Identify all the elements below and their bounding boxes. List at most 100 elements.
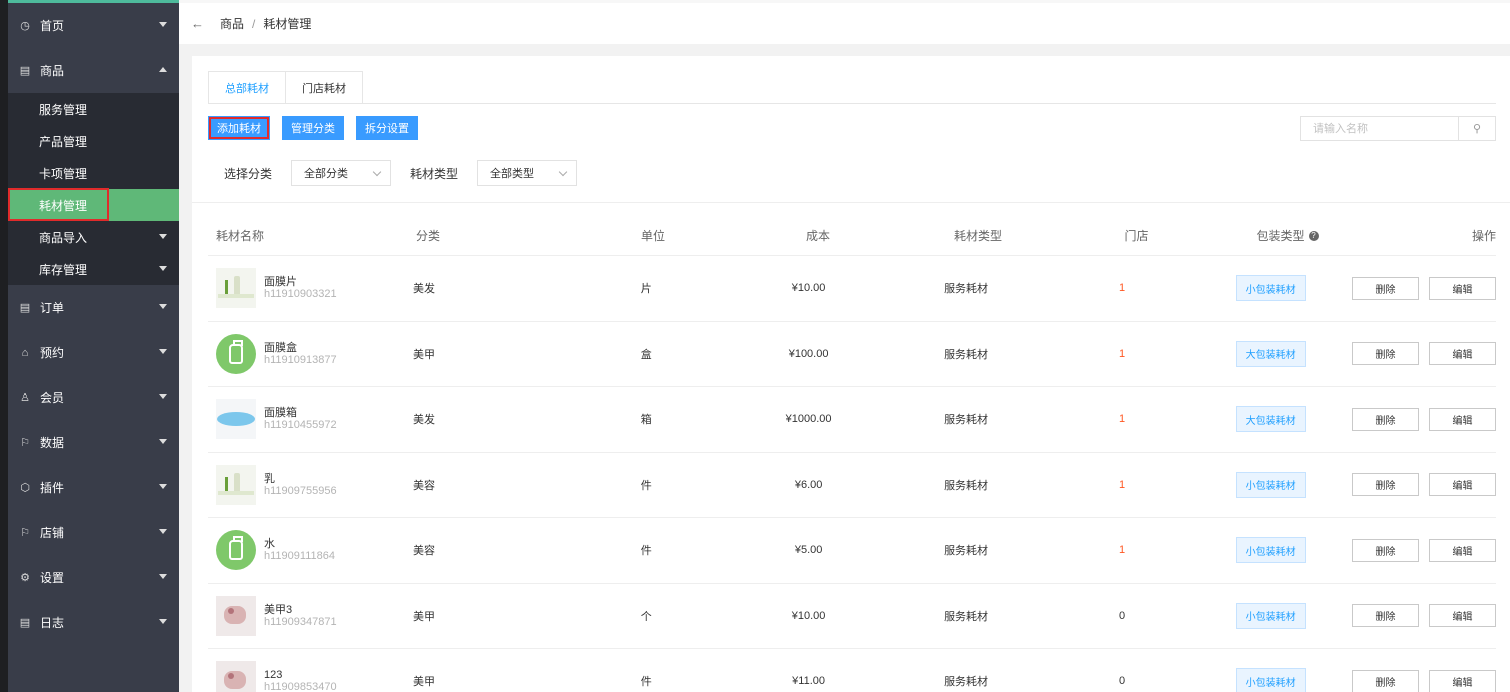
nav-item-members[interactable]: ♙ 会员 — [8, 375, 179, 420]
header-category: 分类 — [416, 229, 441, 243]
split-settings-button[interactable]: 拆分设置 — [356, 116, 418, 140]
cell-cost: ¥10.00 — [791, 282, 826, 295]
cell-category: 美容 — [412, 545, 435, 558]
nav-item-store[interactable]: ⚐ 店铺 — [8, 510, 179, 555]
chevron-down-icon — [159, 394, 167, 399]
sub-item-inventory[interactable]: 库存管理 — [8, 253, 179, 285]
chevron-down-icon — [159, 439, 167, 444]
chevron-down-icon — [159, 22, 167, 27]
delete-button[interactable]: 删除 — [1352, 473, 1420, 497]
edit-button[interactable]: 编辑 — [1429, 407, 1497, 431]
nav-item-settings[interactable]: ⚙ 设置 — [8, 555, 179, 600]
package-tag: 大包装耗材 — [1235, 406, 1306, 433]
cell-package: 小包装耗材 — [1199, 537, 1342, 564]
nav-item-booking[interactable]: ⌂ 预约 — [8, 330, 179, 375]
table-row: 水 h11909111864 美容 件 ¥5.00 服务耗材 1 小包装耗材 删… — [208, 518, 1497, 584]
chevron-down-icon — [372, 167, 382, 177]
sub-item-consumables[interactable]: 耗材管理 — [8, 188, 179, 221]
cell-cost: ¥5.00 — [794, 544, 823, 557]
nav-item-goods[interactable]: ▤ 商品 — [8, 48, 179, 93]
back-arrow-icon[interactable]: ← — [191, 16, 204, 31]
cell-package: 小包装耗材 — [1199, 602, 1342, 629]
item-code: h11910913877 — [264, 353, 337, 366]
header-package-label: 包装类型 — [1256, 229, 1305, 243]
nav-item-logs[interactable]: ▤ 日志 — [8, 600, 179, 645]
delete-button[interactable]: 删除 — [1352, 604, 1420, 628]
header-cost: 成本 — [805, 229, 830, 243]
package-tag: 小包装耗材 — [1235, 537, 1306, 564]
edit-button[interactable]: 编辑 — [1429, 473, 1497, 497]
nav-label: 会员 — [40, 391, 65, 405]
chevron-down-icon — [159, 484, 167, 489]
sub-item-card[interactable]: 卡项管理 — [8, 157, 179, 189]
nav-label: 商品 — [40, 64, 65, 78]
nav-item-data[interactable]: ⚐ 数据 — [8, 420, 179, 465]
nav-label: 数据 — [40, 436, 65, 450]
cell-store: 1 — [1118, 347, 1126, 360]
sub-item-product[interactable]: 产品管理 — [8, 125, 179, 157]
edit-button[interactable]: 编辑 — [1429, 276, 1497, 300]
cell-name: 水 h11909111864 — [208, 530, 405, 571]
category-select[interactable]: 全部分类 — [291, 160, 392, 186]
add-consumable-button[interactable]: 添加耗材 — [208, 116, 270, 140]
nav-item-orders[interactable]: ▤ 订单 — [8, 285, 179, 330]
item-name-block: 乳 h11909755956 — [264, 473, 337, 497]
cell-cost: ¥1000.00 — [785, 413, 832, 426]
cell-package: 小包装耗材 — [1199, 471, 1342, 498]
cell-package: 大包装耗材 — [1199, 406, 1342, 433]
cell-package: 小包装耗材 — [1199, 275, 1342, 302]
delete-button[interactable]: 删除 — [1352, 538, 1420, 562]
help-icon[interactable]: ? — [1308, 230, 1319, 241]
nav-label: 日志 — [40, 616, 65, 630]
item-code: h11910903321 — [264, 288, 337, 301]
cell-store: 1 — [1118, 544, 1126, 557]
edit-button[interactable]: 编辑 — [1429, 538, 1497, 562]
edit-button[interactable]: 编辑 — [1429, 342, 1497, 366]
chevron-down-icon — [558, 167, 568, 177]
type-select[interactable]: 全部类型 — [477, 160, 578, 186]
item-name: 水 — [264, 538, 275, 551]
cell-package: 小包装耗材 — [1199, 668, 1342, 692]
tab-divider — [208, 103, 1496, 104]
sub-item-import[interactable]: 商品导入 — [8, 221, 179, 253]
cell-ops: 删除 编辑 — [1342, 473, 1497, 497]
breadcrumb-parent[interactable]: 商品 — [220, 15, 244, 32]
delete-button[interactable]: 删除 — [1352, 342, 1420, 366]
item-thumbnail — [216, 399, 256, 440]
cell-type: 服务耗材 — [944, 348, 989, 361]
cell-ops: 删除 编辑 — [1342, 407, 1497, 431]
delete-button[interactable]: 删除 — [1352, 407, 1420, 431]
search-icon[interactable]: ⚲ — [1458, 117, 1495, 140]
tab-store-consumables[interactable]: 门店耗材 — [286, 71, 363, 104]
cell-type: 服务耗材 — [944, 283, 989, 296]
delete-button[interactable]: 删除 — [1352, 276, 1420, 300]
cell-type: 服务耗材 — [944, 479, 989, 492]
order-icon: ▤ — [19, 302, 31, 314]
edit-button[interactable]: 编辑 — [1429, 669, 1497, 692]
cell-cost: ¥6.00 — [794, 478, 823, 491]
delete-button[interactable]: 删除 — [1352, 669, 1420, 692]
cell-unit: 箱 — [640, 414, 652, 427]
item-name-block: 面膜盒 h11910913877 — [264, 342, 337, 366]
cell-cost: ¥11.00 — [792, 675, 825, 688]
cell-store: 1 — [1118, 282, 1126, 295]
manage-category-button[interactable]: 管理分类 — [282, 116, 344, 140]
goods-icon: ▤ — [19, 65, 31, 77]
sub-item-service[interactable]: 服务管理 — [8, 93, 179, 125]
nav-label: 店铺 — [40, 526, 65, 540]
edit-button[interactable]: 编辑 — [1429, 604, 1497, 628]
chevron-up-icon — [159, 67, 167, 72]
breadcrumb-separator: / — [252, 16, 256, 31]
table-body: 面膜片 h11910903321 美发 片 ¥10.00 服务耗材 1 小包装耗… — [208, 256, 1497, 692]
package-tag: 小包装耗材 — [1235, 471, 1306, 498]
cell-name: 面膜片 h11910903321 — [208, 268, 405, 309]
item-thumbnail — [216, 268, 256, 309]
nav-item-home[interactable]: ◷ 首页 — [8, 3, 179, 48]
cell-name: 面膜盒 h11910913877 — [208, 333, 405, 374]
tab-hq-consumables[interactable]: 总部耗材 — [208, 71, 286, 104]
nav-item-plugins[interactable]: ⬡ 插件 — [8, 465, 179, 510]
cell-store: 1 — [1118, 413, 1126, 426]
item-name-block: 面膜箱 h11910455972 — [264, 407, 337, 431]
item-name: 美甲3 — [264, 603, 293, 616]
search-input[interactable] — [1301, 117, 1458, 140]
